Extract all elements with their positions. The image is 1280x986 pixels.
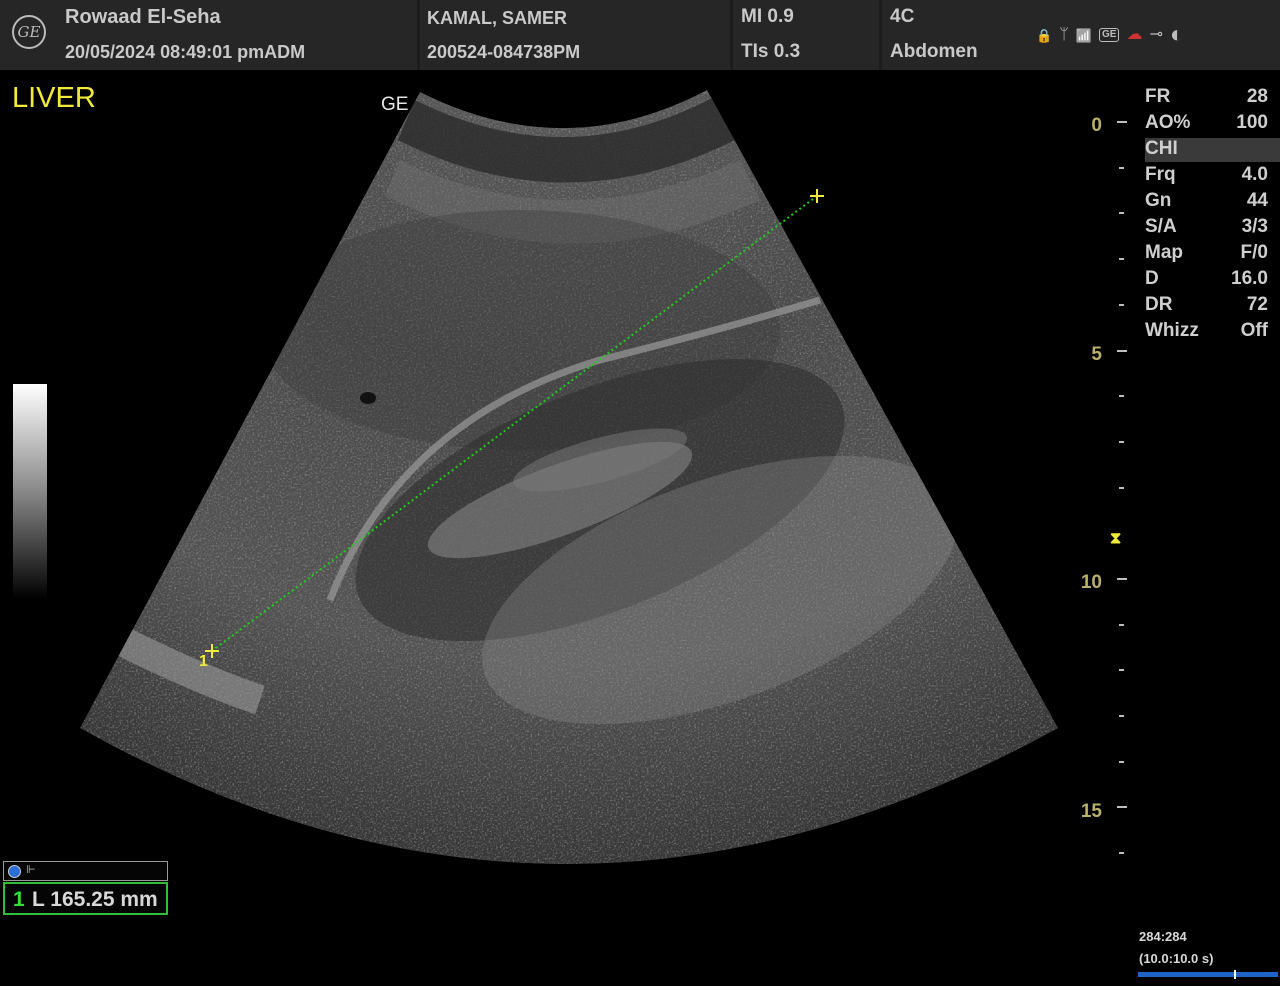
cine-position-marker[interactable] [1234, 970, 1236, 979]
cine-time: (10.0:10.0 s) [1139, 951, 1214, 966]
param-row-dr: DR 72 [1145, 294, 1268, 315]
wifi-icon: 📶 [1075, 27, 1092, 43]
depth-label-5: 5 [1091, 344, 1102, 365]
measurement-status-dot [8, 865, 21, 878]
depth-label-15: 15 [1080, 801, 1102, 822]
lock-icon: 🔒 [1036, 27, 1053, 43]
power-plug-icon: ⊸ [1149, 26, 1163, 43]
usb-icon: ᛘ [1059, 26, 1069, 43]
thermal-index: TIs 0.3 [741, 41, 801, 62]
depth-major-tick [1117, 350, 1127, 352]
param-row-sa: S/A 3/3 [1145, 216, 1268, 237]
param-row-gain: Gn 44 [1145, 190, 1268, 211]
ge-service-icon: GE [1098, 28, 1120, 42]
cine-progress-bar[interactable] [1138, 972, 1278, 977]
measurement-result-box[interactable]: 1 L 165.25 mm [3, 882, 168, 915]
depth-minor-tick [1119, 441, 1124, 443]
param-row-fr: FR 28 [1145, 86, 1268, 107]
depth-major-tick [1117, 806, 1127, 808]
mechanical-index: MI 0.9 [741, 6, 794, 27]
param-row-whizz: Whizz Off [1145, 320, 1268, 341]
grayscale-bar [13, 384, 47, 599]
application-name: Abdomen [890, 41, 978, 62]
ruler-icon: ⊩ [26, 864, 36, 876]
depth-minor-tick [1119, 487, 1124, 489]
sector-fan [80, 90, 1058, 864]
contrast-icon: ◐ [1169, 21, 1185, 48]
param-row-frq: Frq 4.0 [1145, 164, 1268, 185]
ultrasound-image[interactable]: 1 [0, 70, 1060, 870]
institution-name: Rowaad El-Seha [65, 6, 221, 28]
param-row-chi: CHI [1145, 138, 1280, 162]
depth-minor-tick [1119, 715, 1124, 717]
depth-label-10: 10 [1080, 572, 1102, 593]
param-row-ao: AO% 100 [1145, 112, 1268, 133]
param-row-depth: D 16.0 [1145, 268, 1268, 289]
patient-name: KAMAL, SAMER [427, 8, 567, 28]
focal-zone-marker[interactable]: ⧗ [1110, 530, 1121, 548]
probe-name: 4C [890, 6, 915, 27]
depth-minor-tick [1119, 852, 1124, 854]
exam-datetime: 20/05/2024 08:49:01 pmADM [65, 42, 306, 62]
preset-label: LIVER [12, 82, 96, 114]
depth-minor-tick [1119, 624, 1124, 626]
depth-minor-tick [1119, 304, 1124, 306]
depth-major-tick [1117, 121, 1127, 123]
cine-frame-counter: 284:284 [1139, 929, 1187, 944]
status-icon-tray: 🔒 ᛘ 📶 GE ☁ ⊸ ◐ [1036, 20, 1184, 50]
cloud-icon: ☁ [1126, 26, 1143, 43]
caliper-start-label: 1 [199, 653, 208, 670]
depth-minor-tick [1119, 167, 1124, 169]
header-bar: GE Rowaad El-Seha 20/05/2024 08:49:01 pm… [0, 0, 1280, 70]
exam-id: 200524-084738PM [427, 42, 581, 62]
depth-minor-tick [1119, 669, 1124, 671]
depth-minor-tick [1119, 212, 1124, 214]
depth-minor-tick [1119, 395, 1124, 397]
depth-major-tick [1117, 578, 1127, 580]
orientation-marker: GE [381, 94, 409, 115]
depth-label-0: 0 [1091, 115, 1102, 136]
measurement-index: 1 [13, 888, 25, 911]
measurement-header[interactable]: ⊩ [3, 861, 168, 881]
ge-logo-icon: GE [12, 15, 46, 49]
depth-minor-tick [1119, 761, 1124, 763]
measurement-value: L 165.25 mm [32, 888, 158, 911]
depth-minor-tick [1119, 258, 1124, 260]
param-row-map: Map F/0 [1145, 242, 1268, 263]
